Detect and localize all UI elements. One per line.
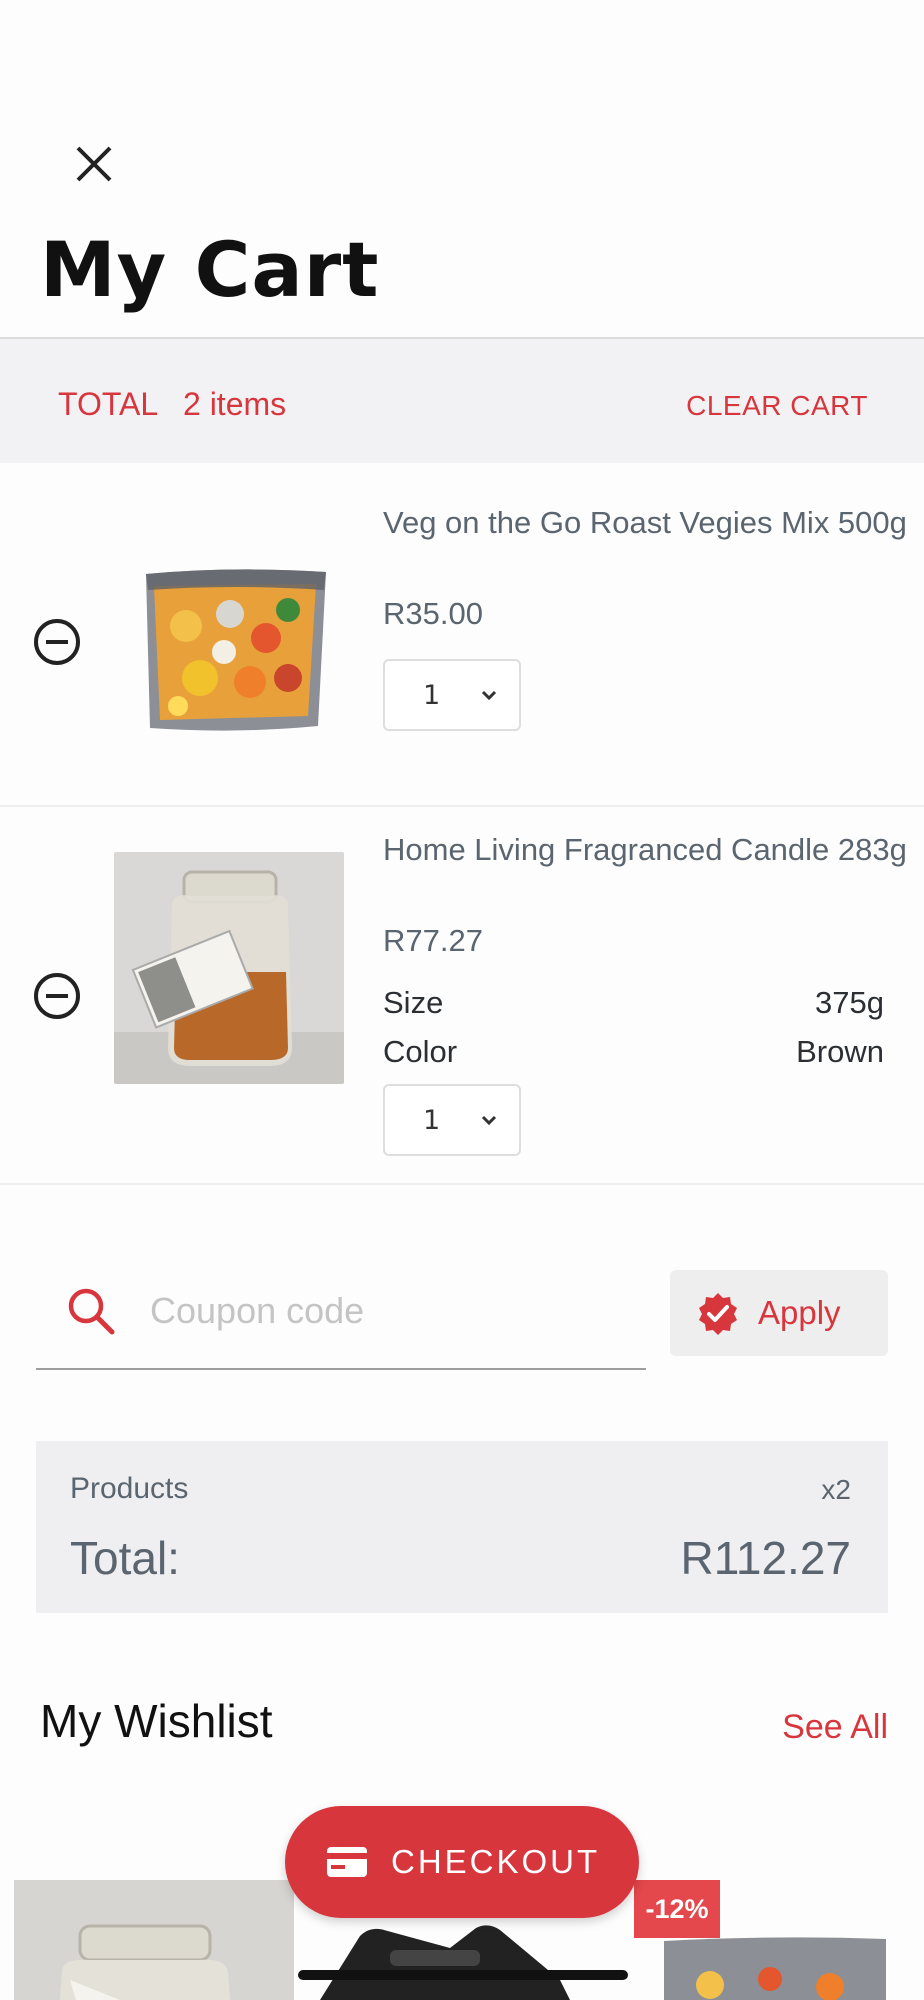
coupon-underline [36, 1368, 646, 1370]
item-price: R35.00 [383, 596, 483, 631]
item-attribute-label: Size [383, 985, 444, 1020]
credit-card-icon [327, 1847, 367, 1877]
item-attribute-label: Color [383, 1034, 458, 1069]
products-count: x2 [821, 1474, 851, 1505]
total-item-count: 2 items [183, 386, 287, 422]
home-indicator[interactable] [298, 1970, 628, 1980]
chevron-down-icon [481, 1115, 497, 1126]
products-label: Products [70, 1472, 189, 1505]
clear-cart-button[interactable]: CLEAR CART [686, 390, 868, 422]
close-icon [76, 146, 112, 182]
discount-badge: -12% [634, 1880, 720, 1938]
wishlist-title: My Wishlist [40, 1695, 273, 1747]
item-price: R77.27 [383, 923, 483, 958]
coupon-code-input[interactable] [148, 1280, 642, 1342]
item-name[interactable]: Home Living Fragranced Candle 283g [383, 831, 924, 869]
checkout-label: CHECKOUT [391, 1843, 601, 1880]
item-divider [0, 1183, 924, 1185]
item-attribute-value: Brown [796, 1034, 884, 1069]
chevron-down-icon [481, 690, 497, 701]
wishlist-product-image[interactable] [300, 1920, 630, 2000]
search-icon [68, 1288, 115, 1335]
wishlist-product-image[interactable] [660, 1935, 890, 2000]
quantity-select[interactable]: 1 [383, 659, 521, 731]
apply-coupon-button[interactable]: Apply [670, 1270, 888, 1356]
remove-item-button[interactable] [31, 970, 83, 1022]
quantity-value: 1 [423, 679, 441, 711]
apply-label: Apply [758, 1294, 841, 1331]
checkout-button[interactable]: CHECKOUT [285, 1806, 639, 1918]
page-title: My Cart [40, 225, 380, 314]
quantity-value: 1 [423, 1104, 441, 1136]
wishlist-product-image[interactable] [14, 1880, 294, 2000]
total-label: TOTAL [58, 386, 159, 422]
total-label: Total: [70, 1532, 180, 1584]
total-value: R112.27 [680, 1532, 851, 1584]
close-button[interactable] [68, 138, 120, 190]
see-all-link[interactable]: See All [782, 1708, 888, 1747]
remove-item-button[interactable] [31, 616, 83, 668]
item-attribute-value: 375g [815, 985, 884, 1020]
minus-circle-icon [34, 619, 80, 665]
product-image[interactable] [138, 566, 330, 736]
item-name[interactable]: Veg on the Go Roast Vegies Mix 500g [383, 504, 924, 542]
verified-check-icon [699, 1293, 737, 1335]
product-image[interactable] [114, 852, 344, 1084]
quantity-select[interactable]: 1 [383, 1084, 521, 1156]
minus-circle-icon [34, 973, 80, 1019]
order-summary [36, 1441, 888, 1613]
